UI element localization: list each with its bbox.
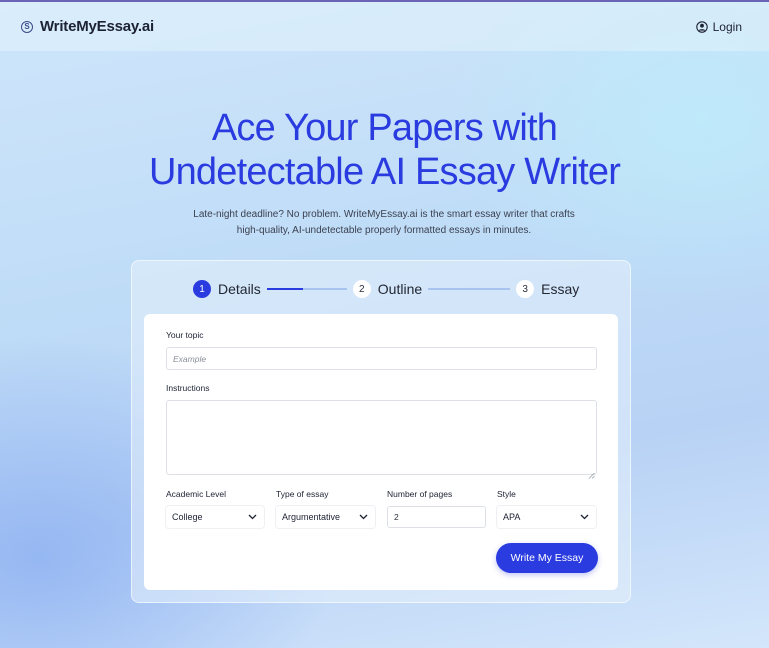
step-number: 1 [193, 280, 211, 298]
step-number: 3 [516, 280, 535, 298]
brand-name: WriteMyEssay.ai [40, 18, 155, 35]
login-label: Login [712, 19, 742, 34]
pages-label: Number of pages [387, 489, 453, 499]
chevron-down-icon [248, 514, 257, 520]
hero-title: Ace Your Papers with Undetectable AI Ess… [0, 106, 769, 194]
chevron-down-icon [359, 514, 368, 520]
logo-icon: S [21, 20, 33, 33]
academic-level-value: College [172, 512, 203, 522]
step-number: 2 [352, 280, 371, 298]
step-label: Essay [541, 281, 580, 297]
hero-subtitle-line1: Late-night deadline? No problem. WriteMy… [193, 209, 575, 220]
top-navbar: S WriteMyEssay.ai Login [0, 2, 769, 51]
step-label: Outline [377, 281, 423, 297]
step-connector [428, 288, 511, 290]
brand-logo[interactable]: S WriteMyEssay.ai [21, 18, 154, 35]
hero-subtitle-line2: high-quality, AI-undetectable properly f… [236, 224, 532, 236]
hero-title-line1: Ace Your Papers with [211, 107, 558, 149]
progress-stepper: 1 Details 2 Outline 3 Essay [193, 279, 579, 299]
instructions-label: Instructions [166, 383, 210, 393]
hero-subtitle: Late-night deadline? No problem. WriteMy… [184, 207, 584, 238]
write-my-essay-button[interactable]: Write My Essay [496, 543, 598, 573]
style-label: Style [497, 489, 516, 499]
citation-style-value: APA [503, 512, 521, 522]
essay-type-value: Argumentative [282, 512, 341, 522]
hero-title-line2: Undetectable AI Essay Writer [148, 151, 621, 193]
essay-type-select[interactable]: Argumentative [276, 506, 375, 528]
chevron-down-icon [580, 514, 589, 520]
step-connector [266, 288, 347, 290]
step-details[interactable]: 1 Details [193, 280, 261, 298]
step-essay[interactable]: 3 Essay [516, 280, 579, 298]
topic-label: Your topic [166, 330, 204, 340]
login-button[interactable]: Login [695, 19, 742, 34]
academic-level-select[interactable]: College [166, 506, 264, 528]
citation-style-select[interactable]: APA [497, 506, 596, 528]
step-label: Details [218, 281, 261, 297]
essay-type-label: Type of essay [276, 489, 329, 499]
instructions-textarea[interactable] [166, 400, 597, 475]
topic-input[interactable] [166, 347, 597, 370]
academic-level-label: Academic Level [166, 489, 227, 499]
pages-input[interactable] [387, 506, 486, 528]
resize-handle-icon[interactable] [588, 466, 595, 479]
step-outline[interactable]: 2 Outline [352, 280, 423, 298]
user-circle-icon [695, 20, 708, 33]
